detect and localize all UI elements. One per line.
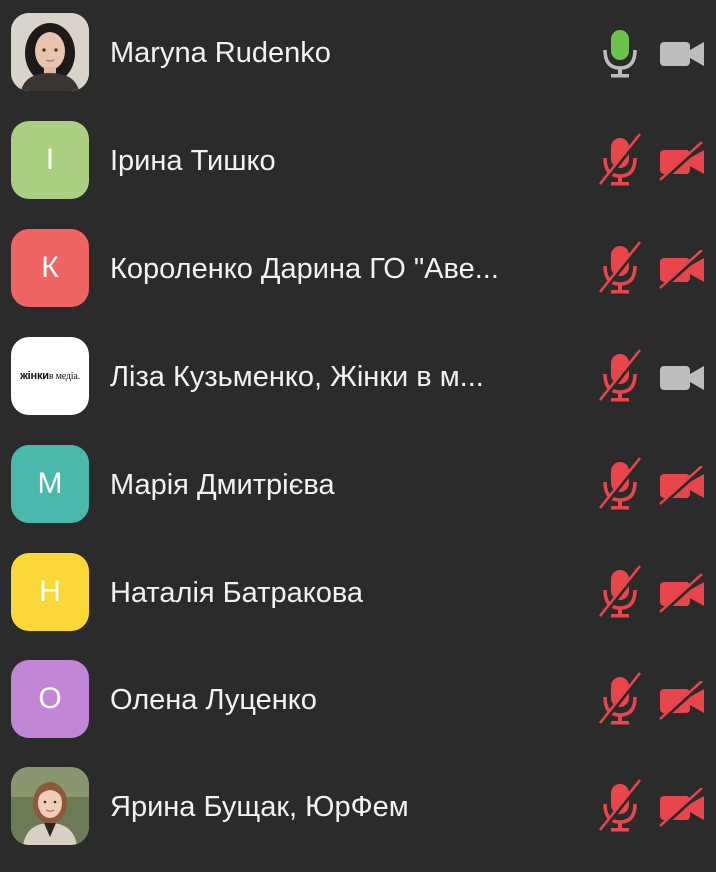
- participant-name: Наталія Батракова: [110, 577, 364, 609]
- participant-name: Ліза Кузьменко, Жінки в м...: [110, 361, 484, 393]
- organization-logo: жінкив медіа.: [20, 370, 80, 382]
- avatar: М: [11, 445, 89, 523]
- camera-off-icon[interactable]: [658, 788, 706, 828]
- microphone-muted-icon[interactable]: [596, 671, 644, 727]
- participant-row[interactable]: Maryna Rudenko: [0, 0, 716, 107]
- microphone-muted-icon[interactable]: [596, 456, 644, 512]
- avatar: І: [11, 121, 89, 199]
- camera-off-icon[interactable]: [658, 681, 706, 721]
- participant-name: Maryna Rudenko: [110, 37, 331, 69]
- avatar: [11, 13, 89, 91]
- participant-row[interactable]: К Короленко Дарина ГО "Аве...: [0, 216, 716, 323]
- microphone-active-icon[interactable]: [596, 24, 644, 80]
- participant-row[interactable]: жінкив медіа. Ліза Кузьменко, Жінки в м.…: [0, 324, 716, 431]
- avatar-photo: [11, 767, 89, 845]
- microphone-muted-icon[interactable]: [596, 778, 644, 834]
- avatar-initial: К: [41, 251, 59, 284]
- participant-row[interactable]: Н Наталія Батракова: [0, 540, 716, 647]
- avatar: жінкив медіа.: [11, 337, 89, 415]
- camera-off-icon[interactable]: [658, 358, 706, 398]
- avatar: К: [11, 229, 89, 307]
- participant-name: Марія Дмитрієва: [110, 469, 335, 501]
- participant-row[interactable]: І Ірина Тишко: [0, 108, 716, 215]
- avatar-photo: [11, 13, 89, 91]
- microphone-muted-icon[interactable]: [596, 348, 644, 404]
- avatar-initial: О: [38, 682, 62, 715]
- camera-off-icon[interactable]: [658, 142, 706, 182]
- microphone-muted-icon[interactable]: [596, 240, 644, 296]
- participant-row[interactable]: М Марія Дмитрієва: [0, 432, 716, 539]
- participant-name: Ірина Тишко: [110, 145, 276, 177]
- participant-name: Олена Луценко: [110, 684, 317, 716]
- camera-off-icon[interactable]: [658, 466, 706, 506]
- avatar-initial: Н: [39, 575, 61, 608]
- avatar-initial: М: [37, 467, 63, 500]
- camera-off-icon[interactable]: [658, 250, 706, 290]
- avatar: [11, 767, 89, 845]
- avatar: О: [11, 660, 89, 738]
- participant-name: Ярина Бущак, ЮрФем: [110, 791, 409, 823]
- microphone-muted-icon[interactable]: [596, 132, 644, 188]
- camera-off-icon[interactable]: [658, 34, 706, 74]
- avatar-initial: І: [45, 143, 55, 176]
- avatar: Н: [11, 553, 89, 631]
- participant-row[interactable]: О Олена Луценко: [0, 647, 716, 754]
- participant-name: Короленко Дарина ГО "Аве...: [110, 253, 499, 285]
- participant-list: Maryna Rudenko І Ірина Тишко К Короленко…: [0, 0, 716, 872]
- participant-row[interactable]: Ярина Бущак, ЮрФем: [0, 754, 716, 861]
- microphone-muted-icon[interactable]: [596, 564, 644, 620]
- camera-off-icon[interactable]: [658, 574, 706, 614]
